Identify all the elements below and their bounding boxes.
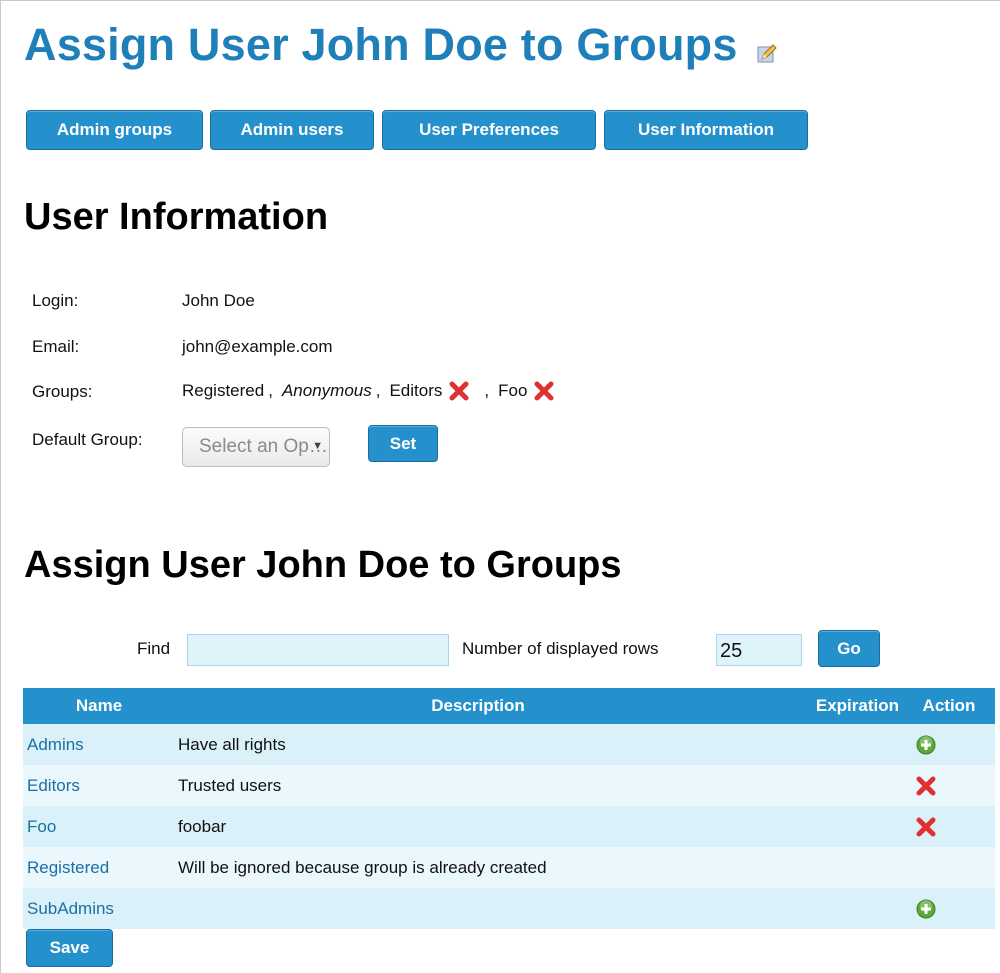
login-value: John Doe	[182, 291, 255, 310]
group-description: foobar	[178, 816, 227, 836]
save-button[interactable]: Save	[26, 929, 113, 967]
user-information-heading: User Information	[24, 196, 329, 238]
window-border-top	[0, 0, 1000, 1]
page-title: Assign User John Doe to Groups	[24, 14, 778, 76]
window-border-left	[0, 0, 1, 973]
default-group-select[interactable]: Select an Op… ▼	[182, 427, 330, 467]
column-header-action: Action	[922, 696, 976, 715]
login-label: Login:	[32, 291, 79, 310]
displayed-rows-label: Number of displayed rows	[462, 639, 659, 658]
page-title-text: Assign User John Doe to Groups	[24, 19, 738, 70]
user-information-button[interactable]: User Information	[604, 110, 808, 150]
remove-icon[interactable]	[915, 775, 937, 797]
remove-icon[interactable]	[448, 380, 470, 402]
default-group-placeholder: Select an Op…	[199, 436, 328, 457]
group-editors: Editors	[389, 381, 443, 400]
groups-table: Name Description Expiration Action Admin…	[23, 688, 995, 929]
user-preferences-button[interactable]: User Preferences	[382, 110, 596, 150]
default-group-label: Default Group:	[32, 430, 143, 449]
group-expiration	[781, 765, 903, 806]
action-cell	[903, 765, 995, 806]
group-description: Will be ignored because group is already…	[178, 857, 547, 877]
group-description	[175, 888, 781, 929]
email-value: john@example.com	[182, 337, 333, 356]
table-row: Foo foobar	[23, 806, 995, 847]
group-name-link[interactable]: Foo	[23, 806, 175, 847]
displayed-rows-input[interactable]: 25	[716, 634, 802, 666]
group-expiration	[781, 847, 903, 888]
column-header-expiration[interactable]: Expiration	[781, 688, 903, 724]
group-description: Trusted users	[178, 775, 282, 795]
group-name-link[interactable]: SubAdmins	[23, 888, 175, 929]
table-header-row: Name Description Expiration Action	[23, 688, 995, 724]
table-row: Registered Will be ignored because group…	[23, 847, 995, 888]
action-cell	[903, 888, 995, 929]
group-registered: Registered	[182, 381, 265, 400]
group-description: Have all rights	[178, 734, 286, 754]
admin-groups-button[interactable]: Admin groups	[26, 110, 203, 150]
add-icon[interactable]	[915, 898, 937, 920]
group-expiration	[781, 806, 903, 847]
find-label: Find	[137, 639, 171, 658]
group-expiration	[781, 724, 903, 765]
table-row: Admins Have all rights	[23, 724, 995, 765]
go-button[interactable]: Go	[818, 630, 880, 667]
group-name-link[interactable]: Editors	[23, 765, 175, 806]
find-input[interactable]	[187, 634, 449, 666]
remove-icon[interactable]	[915, 816, 937, 838]
table-row: Editors Trusted users	[23, 765, 995, 806]
add-icon[interactable]	[915, 734, 937, 756]
column-header-name[interactable]: Name	[23, 688, 175, 724]
email-label: Email:	[32, 337, 80, 356]
remove-icon[interactable]	[533, 380, 555, 402]
user-groups-list: Registered, Anonymous, Editors , Foo	[182, 380, 555, 402]
admin-users-button[interactable]: Admin users	[210, 110, 374, 150]
pencil-edit-icon[interactable]	[756, 24, 778, 76]
group-foo: Foo	[498, 381, 528, 400]
group-name-link[interactable]: Admins	[23, 724, 175, 765]
assign-groups-heading: Assign User John Doe to Groups	[24, 544, 622, 586]
group-name-link[interactable]: Registered	[23, 847, 175, 888]
action-cell	[903, 724, 995, 765]
action-cell	[903, 847, 995, 888]
chevron-down-icon: ▼	[312, 440, 323, 452]
action-cell	[903, 806, 995, 847]
set-button[interactable]: Set	[368, 425, 438, 462]
group-anonymous: Anonymous	[281, 381, 372, 400]
table-row: SubAdmins	[23, 888, 995, 929]
group-expiration	[781, 888, 903, 929]
column-header-description[interactable]: Description	[175, 688, 781, 724]
groups-label: Groups:	[32, 382, 93, 401]
